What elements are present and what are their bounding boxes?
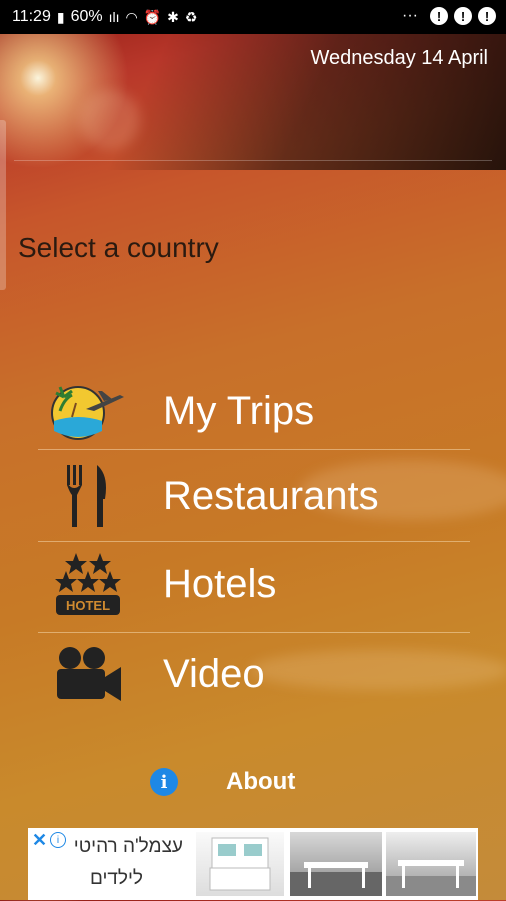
- menu-item-video[interactable]: Video: [38, 630, 470, 718]
- menu-label-video: Video: [163, 651, 265, 696]
- video-camera-icon: [38, 645, 138, 703]
- battery-percent: 60%: [70, 8, 103, 25]
- menu-divider: [38, 449, 470, 450]
- menu-item-restaurants[interactable]: Restaurants: [38, 452, 470, 540]
- menu-item-my-trips[interactable]: My Trips: [38, 367, 470, 455]
- country-selector[interactable]: Select a country: [18, 232, 219, 264]
- more-dots: ···: [402, 7, 418, 24]
- ad-banner[interactable]: עצמל'ה רהיטי לילדים ✕ i: [28, 828, 478, 900]
- menu-label-my-trips: My Trips: [163, 388, 315, 433]
- status-bar: 11:29 ▮ 60% ılı ◠ ⏰ ✱ ♻ ··· ! ! !: [0, 0, 506, 34]
- clock: 11:29: [12, 8, 51, 25]
- menu-item-hotels[interactable]: HOTEL Hotels: [38, 540, 470, 628]
- ad-product-image[interactable]: [290, 832, 382, 896]
- ad-headline: עצמל'ה רהיטי: [73, 836, 183, 857]
- svg-text:HOTEL: HOTEL: [66, 598, 110, 613]
- ad-info-icon[interactable]: i: [50, 832, 66, 848]
- fork-knife-icon: [38, 463, 138, 529]
- ad-product-image[interactable]: [386, 832, 476, 896]
- alert-icon: !: [430, 7, 448, 25]
- about-label: About: [226, 768, 296, 795]
- recycle-icon: ♻: [184, 8, 198, 25]
- battery-icon: ▮: [56, 8, 65, 25]
- info-icon: i: [150, 768, 178, 796]
- close-icon[interactable]: ✕: [32, 830, 47, 851]
- current-date: Wednesday 14 April: [310, 47, 488, 69]
- drawer-handle[interactable]: [0, 120, 6, 290]
- hotel-stars-icon: HOTEL: [38, 551, 138, 617]
- bluetooth-icon: ✱: [167, 8, 179, 25]
- wifi-icon: ◠: [125, 8, 138, 25]
- ad-product-image[interactable]: [196, 832, 284, 896]
- sun-flare: [80, 90, 140, 150]
- menu-label-hotels: Hotels: [163, 561, 277, 606]
- menu-label-restaurants: Restaurants: [163, 473, 379, 518]
- header-divider: [14, 160, 492, 161]
- travel-plane-icon: [38, 381, 138, 441]
- about-button[interactable]: i About: [150, 768, 295, 796]
- alert-icon: !: [454, 7, 472, 25]
- alarm-icon: ⏰: [143, 8, 162, 25]
- alert-icon: !: [478, 7, 496, 25]
- ad-subline: לילדים: [89, 868, 143, 889]
- signal-bars-icon: ılı: [108, 9, 120, 25]
